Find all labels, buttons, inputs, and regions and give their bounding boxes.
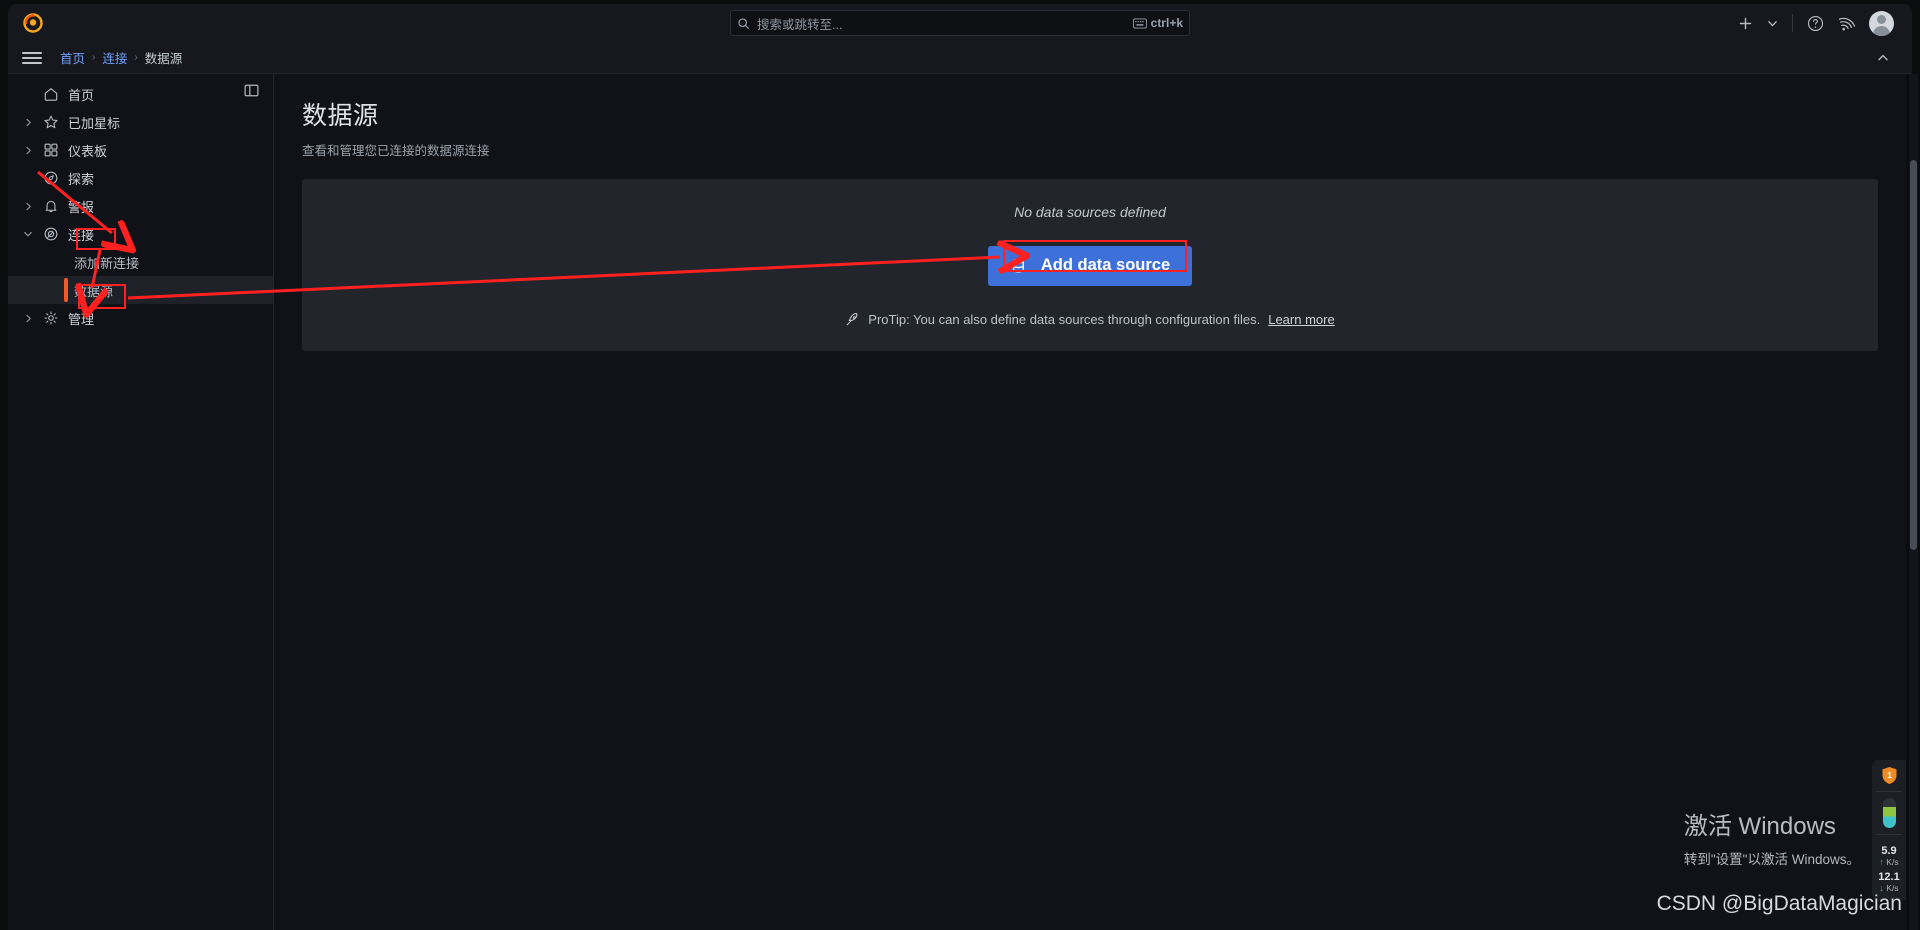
upload-speed-value: 5.9 <box>1881 845 1897 857</box>
upload-speed: 5.9 ↑ K/s <box>1879 845 1898 867</box>
breadcrumb: 首页 › 连接 › 数据源 <box>60 48 182 67</box>
empty-state-panel: No data sources defined Add data source … <box>302 179 1878 351</box>
download-speed-unit: K/s <box>1886 883 1899 893</box>
protip: ProTip: You can also define data sources… <box>845 311 1335 327</box>
sidebar-item-label: 连接 <box>68 227 95 243</box>
gear-icon <box>38 310 64 326</box>
global-search[interactable]: 搜索或跳转至... ctrl+k <box>730 10 1190 36</box>
plus-icon[interactable] <box>1738 16 1753 31</box>
toolbar-divider <box>1792 14 1793 32</box>
keyboard-icon <box>1132 18 1147 29</box>
rocket-icon <box>845 312 860 327</box>
widget-divider <box>1876 791 1902 792</box>
search-shortcut-text: ctrl+k <box>1150 16 1183 30</box>
sidebar-item-label: 警报 <box>68 199 95 215</box>
add-data-source-label: Add data source <box>1040 256 1171 274</box>
avatar-head <box>1877 14 1886 24</box>
chevron-right-icon[interactable] <box>18 146 38 155</box>
protip-text: ProTip: You can also define data sources… <box>868 311 1261 327</box>
shield-badge-icon[interactable]: 1 <box>1881 766 1898 785</box>
chevron-right-icon[interactable] <box>18 118 38 127</box>
grafana-logo-icon[interactable] <box>20 10 46 36</box>
sidebar-item-connections[interactable]: 连接 <box>8 220 273 248</box>
sidebar-item-starred[interactable]: 已加星标 <box>8 108 273 136</box>
upload-speed-unit: K/s <box>1886 857 1899 867</box>
sidebar-item-explore[interactable]: › 探索 <box>8 164 273 192</box>
sidebar-item-label: 添加新连接 <box>74 255 140 271</box>
scrollbar-thumb[interactable] <box>1910 160 1917 550</box>
page-subtitle: 查看和管理您已连接的数据源连接 <box>302 144 490 158</box>
empty-state-text: No data sources defined <box>1014 203 1166 220</box>
sidebar-item-add-new-connection[interactable]: 添加新连接 <box>8 248 273 276</box>
download-speed-value: 12.1 <box>1878 871 1900 883</box>
sidebar-item-label: 探索 <box>68 171 95 187</box>
search-icon <box>737 17 750 30</box>
arrow-down-icon: ↓ <box>1879 883 1884 893</box>
network-speed-widget[interactable]: 1 5.9 ↑ K/s 12.1 ↓ K/s <box>1872 760 1906 900</box>
sidebar-item-alerting[interactable]: 警报 <box>8 192 273 220</box>
sidebar-item-label: 首页 <box>68 87 95 103</box>
top-bar: 搜索或跳转至... ctrl+k <box>8 4 1912 42</box>
sidebar-item-dashboards[interactable]: 仪表板 <box>8 136 273 164</box>
chevron-up-icon[interactable] <box>1876 51 1890 65</box>
chevron-down-icon[interactable] <box>18 229 38 239</box>
breadcrumb-separator: › <box>134 52 138 63</box>
star-icon <box>38 114 64 130</box>
add-data-source-button[interactable]: Add data source <box>987 245 1193 286</box>
search-placeholder: 搜索或跳转至... <box>757 17 843 32</box>
page-title: 数据源 <box>302 102 379 130</box>
breadcrumb-item-connections[interactable]: 连接 <box>102 48 127 67</box>
breadcrumb-bar: 首页 › 连接 › 数据源 <box>8 42 1912 74</box>
top-bar-actions <box>1738 4 1894 42</box>
rss-icon[interactable] <box>1838 15 1855 32</box>
sidebar: › 首页 已加星标 <box>8 74 274 930</box>
widget-divider <box>1876 834 1902 835</box>
svg-text:1: 1 <box>1887 770 1892 780</box>
home-icon <box>38 86 64 102</box>
breadcrumb-separator: › <box>92 52 96 63</box>
chevron-right-icon[interactable] <box>18 202 38 211</box>
battery-gauge-icon <box>1882 798 1896 828</box>
avatar-body <box>1873 25 1890 36</box>
help-circle-icon[interactable] <box>1807 15 1824 32</box>
sidebar-item-administration[interactable]: 管理 <box>8 304 273 332</box>
dashboards-icon <box>38 142 64 158</box>
sidebar-item-label: 已加星标 <box>68 115 121 131</box>
main-content: 数据源 查看和管理您已连接的数据源连接 No data sources defi… <box>274 74 1906 930</box>
sidebar-item-label: 管理 <box>68 311 95 327</box>
arrow-up-icon: ↑ <box>1879 857 1884 867</box>
chevron-down-icon[interactable] <box>1767 18 1778 29</box>
breadcrumb-item-home[interactable]: 首页 <box>60 48 85 67</box>
chevron-right-icon[interactable] <box>18 314 38 323</box>
breadcrumb-item-datasources: 数据源 <box>144 52 183 66</box>
search-box[interactable]: 搜索或跳转至... ctrl+k <box>730 10 1190 36</box>
learn-more-link[interactable]: Learn more <box>1268 312 1334 327</box>
sidebar-item-home[interactable]: › 首页 <box>8 80 273 108</box>
page-header: 数据源 查看和管理您已连接的数据源连接 <box>274 74 1906 159</box>
database-icon <box>1010 257 1027 274</box>
sidebar-nav: › 首页 已加星标 <box>8 74 273 332</box>
sidebar-item-datasources[interactable]: 数据源 <box>8 276 273 304</box>
grafana-app-window: 搜索或跳转至... ctrl+k 首页 › 连接 › 数据源 首页 已加星标 仪… <box>0 0 1920 930</box>
avatar[interactable] <box>1869 10 1894 36</box>
sidebar-item-label: 数据源 <box>74 283 114 299</box>
connections-icon <box>38 226 64 242</box>
download-speed: 12.1 ↓ K/s <box>1878 871 1899 893</box>
hamburger-icon[interactable] <box>22 51 42 64</box>
page-scrollbar[interactable] <box>1909 74 1918 930</box>
bell-icon <box>38 198 64 214</box>
sidebar-item-label: 仪表板 <box>68 143 108 159</box>
compass-icon <box>38 170 64 186</box>
search-shortcut-hint: ctrl+k <box>1132 16 1183 30</box>
